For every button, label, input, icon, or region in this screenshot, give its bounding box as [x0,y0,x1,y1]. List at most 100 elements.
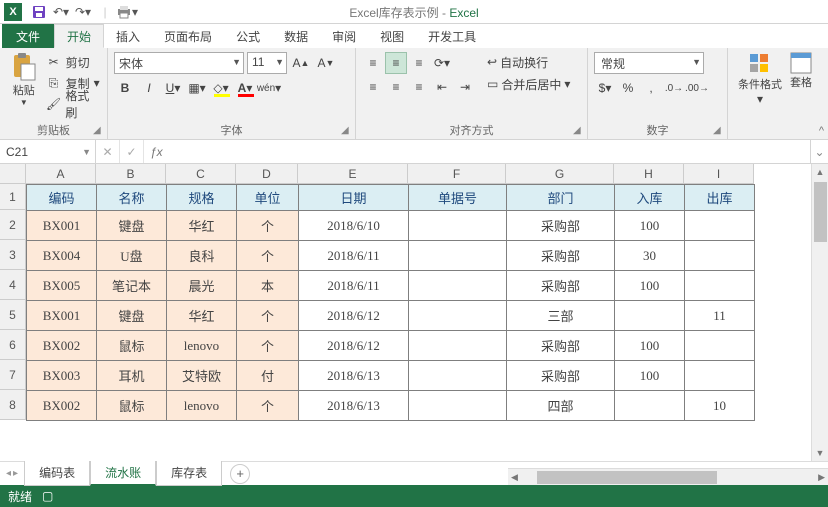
header-cell[interactable]: 单据号 [409,185,507,211]
number-format-combo[interactable]: 常规▼ [594,52,704,74]
cell[interactable] [409,211,507,241]
cell[interactable]: 良科 [167,241,237,271]
cell[interactable]: 耳机 [97,361,167,391]
indent-increase-button[interactable]: ⇥ [454,76,476,98]
tab-审阅[interactable]: 审阅 [320,24,368,48]
cells-area[interactable]: 编码名称规格单位日期单据号部门入库出库BX001键盘华红个2018/6/10采购… [26,184,755,421]
align-left-button[interactable]: ≡ [362,76,384,98]
tab-file[interactable]: 文件 [2,24,54,48]
orientation-button[interactable]: ⟳▾ [431,52,453,74]
cell[interactable]: 三部 [507,301,615,331]
conditional-format-button[interactable]: 条件格式▾ [734,52,786,106]
cell[interactable]: 鼠标 [97,331,167,361]
cell[interactable]: BX003 [27,361,97,391]
cell[interactable]: 个 [237,331,299,361]
cell[interactable]: 艾特欧 [167,361,237,391]
header-cell[interactable]: 单位 [237,185,299,211]
sheet-nav[interactable]: ◂▸ [0,468,24,479]
cell[interactable]: 个 [237,301,299,331]
format-painter-button[interactable]: 🖌格式刷 [46,94,101,114]
cell[interactable]: 本 [237,271,299,301]
tab-视图[interactable]: 视图 [368,24,416,48]
cell[interactable]: 笔记本 [97,271,167,301]
align-center-button[interactable]: ≡ [385,76,407,98]
decrease-decimal-button[interactable]: .00→ [686,77,708,99]
cell[interactable] [685,271,755,301]
header-cell[interactable]: 日期 [299,185,409,211]
header-cell[interactable]: 出库 [685,185,755,211]
increase-font-button[interactable]: A▲ [290,52,312,74]
cell[interactable] [685,331,755,361]
cell[interactable] [685,241,755,271]
hscroll-thumb[interactable] [537,471,717,484]
col-header-D[interactable]: D [236,164,298,184]
cell[interactable]: 10 [685,391,755,421]
cell[interactable]: 个 [237,211,299,241]
cell[interactable]: 100 [615,271,685,301]
select-all-corner[interactable] [0,164,26,184]
vertical-scrollbar[interactable]: ▲ ▼ [811,164,828,461]
cell[interactable]: U盘 [97,241,167,271]
col-header-I[interactable]: I [684,164,754,184]
cell[interactable]: BX001 [27,211,97,241]
undo-button[interactable]: ↶▾ [50,2,72,22]
cell[interactable]: 100 [615,331,685,361]
new-sheet-button[interactable]: + [230,464,250,484]
cut-button[interactable]: ✂剪切 [46,52,101,72]
font-color-button[interactable]: A▾ [234,77,256,99]
horizontal-scrollbar[interactable]: ◀ ▶ [508,468,828,485]
cancel-formula-button[interactable]: ✕ [96,140,120,163]
increase-decimal-button[interactable]: .0→ [663,77,685,99]
cell[interactable]: 2018/6/13 [299,391,409,421]
row-header-3[interactable]: 3 [0,240,26,270]
cell[interactable]: lenovo [167,391,237,421]
decrease-font-button[interactable]: A▼ [315,52,337,74]
row-header-4[interactable]: 4 [0,270,26,300]
tab-数据[interactable]: 数据 [272,24,320,48]
align-middle-button[interactable]: ≡ [385,52,407,74]
cell[interactable]: BX001 [27,301,97,331]
scroll-up-button[interactable]: ▲ [812,164,828,180]
cell[interactable]: 采购部 [507,271,615,301]
cell[interactable]: BX005 [27,271,97,301]
merge-center-button[interactable]: ▭合并后居中 ▾ [484,74,573,94]
cell[interactable]: 100 [615,211,685,241]
cell[interactable]: 采购部 [507,361,615,391]
cell[interactable] [685,361,755,391]
phonetic-button[interactable]: wén▾ [258,77,280,99]
cell[interactable] [409,271,507,301]
accounting-format-button[interactable]: $▾ [594,77,616,99]
tab-页面布局[interactable]: 页面布局 [152,24,224,48]
cell[interactable]: 2018/6/11 [299,271,409,301]
number-launcher[interactable]: ◢ [713,125,725,137]
save-button[interactable] [28,2,50,22]
fill-color-button[interactable]: ◇▾ [210,77,232,99]
cell[interactable]: 100 [615,361,685,391]
indent-decrease-button[interactable]: ⇤ [431,76,453,98]
align-right-button[interactable]: ≡ [408,76,430,98]
header-cell[interactable]: 规格 [167,185,237,211]
cell[interactable]: 键盘 [97,211,167,241]
header-cell[interactable]: 编码 [27,185,97,211]
tab-公式[interactable]: 公式 [224,24,272,48]
cell[interactable] [615,391,685,421]
cell[interactable]: 个 [237,391,299,421]
cell[interactable] [685,211,755,241]
name-box[interactable]: C21▼ [0,140,96,163]
row-header-6[interactable]: 6 [0,330,26,360]
cell[interactable]: 11 [685,301,755,331]
redo-button[interactable]: ↷▾ [72,2,94,22]
scroll-down-button[interactable]: ▼ [812,445,828,461]
cell[interactable] [615,301,685,331]
align-launcher[interactable]: ◢ [573,125,585,137]
cell[interactable]: BX002 [27,391,97,421]
cell[interactable] [409,361,507,391]
font-size-combo[interactable]: 11▼ [247,52,287,74]
col-header-B[interactable]: B [96,164,166,184]
cell[interactable]: 2018/6/12 [299,331,409,361]
cell[interactable] [409,391,507,421]
cell[interactable]: 华红 [167,301,237,331]
border-button[interactable]: ▦▾ [186,77,208,99]
clipboard-launcher[interactable]: ◢ [93,125,105,137]
italic-button[interactable]: I [138,77,160,99]
